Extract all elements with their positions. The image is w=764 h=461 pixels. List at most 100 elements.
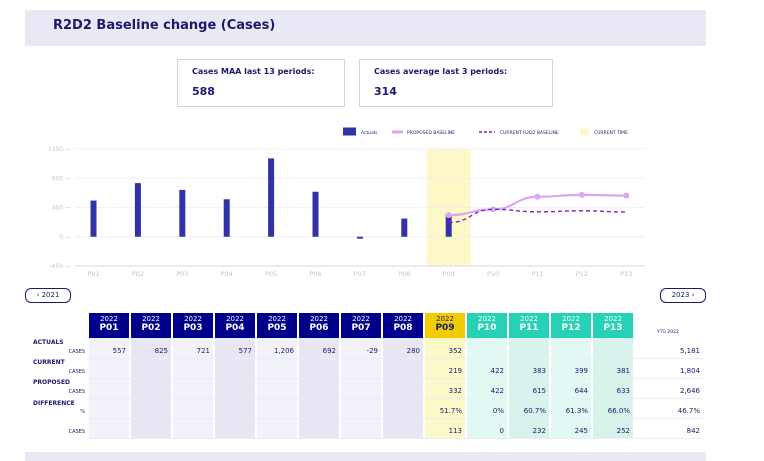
row-divider — [88, 438, 703, 439]
period-header-label: P07 — [351, 323, 371, 333]
table-cell: 633 — [616, 387, 630, 395]
table-cell: 232 — [532, 427, 546, 435]
period-header-label: P02 — [141, 323, 161, 333]
table-cell: 113 — [448, 427, 462, 435]
actuals-bar — [268, 158, 275, 237]
period-header: 2022 P09 — [425, 313, 465, 338]
row-sublabel-actuals: CASES — [68, 349, 85, 355]
period-header: 2022 P05 — [257, 313, 297, 338]
row-divider — [88, 358, 703, 359]
table-cell: 332 — [448, 387, 462, 395]
table-cell: 219 — [448, 367, 462, 375]
table-cell: 252 — [616, 427, 630, 435]
table-cell: 557 — [112, 347, 126, 355]
table-cell: 577 — [238, 347, 252, 355]
row-label-diff_pct: DIFFERENCE — [33, 400, 75, 407]
row-sublabel-diff_cases: CASES — [68, 429, 85, 435]
period-header: 2022 P03 — [173, 313, 213, 338]
proposed-baseline-point — [623, 192, 630, 199]
kpi-maa-value: 588 — [192, 85, 215, 98]
table-cell: 422 — [490, 387, 504, 395]
row-divider — [88, 418, 703, 419]
x-tick-label: P10 — [487, 270, 499, 278]
legend-current-time-swatch — [580, 128, 589, 136]
x-tick-label: P02 — [132, 270, 144, 278]
kpi-average-label: Cases average last 3 periods: — [374, 67, 508, 76]
page-title: R2D2 Baseline change (Cases) — [53, 18, 276, 33]
legend-proposed-label: PROPOSED BASELINE — [407, 130, 455, 136]
period-header-year: 2022 — [394, 315, 412, 323]
kpi-card-maa: Cases MAA last 13 periods: 588 — [177, 59, 345, 107]
table-cell: 280 — [406, 347, 420, 355]
kpi-maa-label: Cases MAA last 13 periods: — [192, 67, 315, 76]
actuals-bar — [401, 218, 408, 237]
period-header: 2022 P12 — [551, 313, 591, 338]
period-header-label: P01 — [99, 323, 119, 333]
y-tick-label: 900 — — [52, 175, 71, 182]
period-header-year: 2022 — [520, 315, 538, 323]
ytd-cell: 46.7% — [677, 407, 700, 415]
period-header-year: 2022 — [604, 315, 622, 323]
period-header: 2022 P10 — [467, 313, 507, 338]
x-tick-label: P01 — [87, 270, 99, 278]
period-header-year: 2022 — [562, 315, 580, 323]
period-header: 2022 P11 — [509, 313, 549, 338]
period-header-label: P08 — [393, 323, 413, 333]
row-sublabel-diff_pct: % — [80, 409, 85, 415]
period-header: 2022 P13 — [593, 313, 633, 338]
table-cell: 644 — [574, 387, 588, 395]
period-header-label: P05 — [267, 323, 287, 333]
x-tick-label: P04 — [221, 270, 233, 278]
ytd-cell: 2,646 — [679, 387, 700, 395]
y-tick-label: -450 — — [49, 263, 71, 270]
legend-actuals-label: Actuals — [361, 130, 378, 136]
x-tick-label: P11 — [531, 270, 543, 278]
period-header: 2022 P04 — [215, 313, 255, 338]
table-cell: 245 — [574, 427, 588, 435]
period-header: 2022 P01 — [89, 313, 129, 338]
period-header: 2022 P06 — [299, 313, 339, 338]
ytd-cell: 1,804 — [679, 367, 700, 375]
table-cell: 825 — [154, 347, 168, 355]
table-cell: 692 — [322, 347, 336, 355]
table-cell: 383 — [532, 367, 546, 375]
y-tick-label: 0 — — [59, 234, 71, 241]
ytd-cell: 5,181 — [679, 347, 700, 355]
row-sublabel-current: CASES — [68, 369, 85, 375]
period-header-label: P12 — [561, 323, 581, 333]
period-header-label: P11 — [519, 323, 539, 333]
x-tick-label: P03 — [176, 270, 188, 278]
table-cell: 352 — [448, 347, 462, 355]
next-year-button[interactable]: 2023 › — [660, 288, 706, 303]
legend-actuals-swatch — [343, 127, 356, 136]
row-label-proposed: PROPOSED — [33, 379, 71, 386]
actuals-bar — [90, 200, 97, 237]
table-cell: 0 — [499, 427, 504, 435]
period-header-year: 2022 — [478, 315, 496, 323]
table-cell: 422 — [490, 367, 504, 375]
period-header-year: 2022 — [268, 315, 286, 323]
table-cell: 60.7% — [523, 407, 546, 415]
period-header: 2022 P02 — [131, 313, 171, 338]
baseline-chart: 1350 — 900 — 450 — 0 — -450 — P01 P02 P03 P04 P05… — [48, 127, 645, 278]
kpi-card-average: Cases average last 3 periods: 314 — [359, 59, 553, 107]
period-header-label: P13 — [603, 323, 623, 333]
table-cell: 615 — [532, 387, 546, 395]
ytd-header: YTG 2022 — [657, 330, 679, 335]
actuals-bar — [312, 191, 319, 237]
table-cell: 381 — [616, 367, 630, 375]
table-cell: -29 — [366, 347, 378, 355]
y-tick-label: 1350 — — [48, 146, 71, 153]
kpi-average-value: 314 — [374, 85, 397, 98]
footer-band — [25, 452, 706, 461]
row-divider — [88, 398, 703, 399]
actuals-bar — [134, 183, 141, 237]
period-header-label: P09 — [435, 323, 455, 333]
x-tick-label: P08 — [398, 270, 410, 278]
row-divider — [88, 378, 703, 379]
period-header-year: 2022 — [310, 315, 328, 323]
table-cell: 721 — [196, 347, 210, 355]
period-header-year: 2022 — [100, 315, 118, 323]
actuals-bar — [223, 199, 230, 237]
prev-year-button[interactable]: ‹ 2021 — [25, 288, 71, 303]
